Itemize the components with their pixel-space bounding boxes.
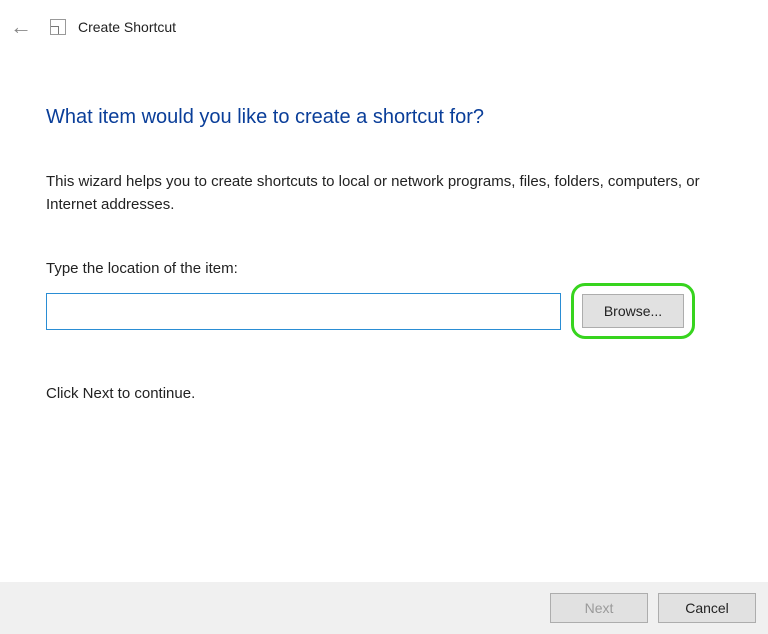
footer: Next Cancel [0,582,768,634]
location-input[interactable] [46,293,561,330]
content-area: What item would you like to create a sho… [0,106,768,402]
window-title: Create Shortcut [78,19,176,35]
location-label: Type the location of the item: [46,260,722,277]
continue-instruction: Click Next to continue. [46,385,722,402]
header: ← Create Shortcut [0,0,768,54]
browse-highlight: Browse... [571,283,695,339]
browse-button[interactable]: Browse... [582,294,684,328]
cancel-button[interactable]: Cancel [658,593,756,623]
shortcut-icon [50,19,66,35]
wizard-description: This wizard helps you to create shortcut… [46,171,722,216]
page-heading: What item would you like to create a sho… [46,106,722,129]
back-arrow-icon: ← [10,14,32,40]
input-row: Browse... [46,283,722,339]
next-button[interactable]: Next [550,593,648,623]
